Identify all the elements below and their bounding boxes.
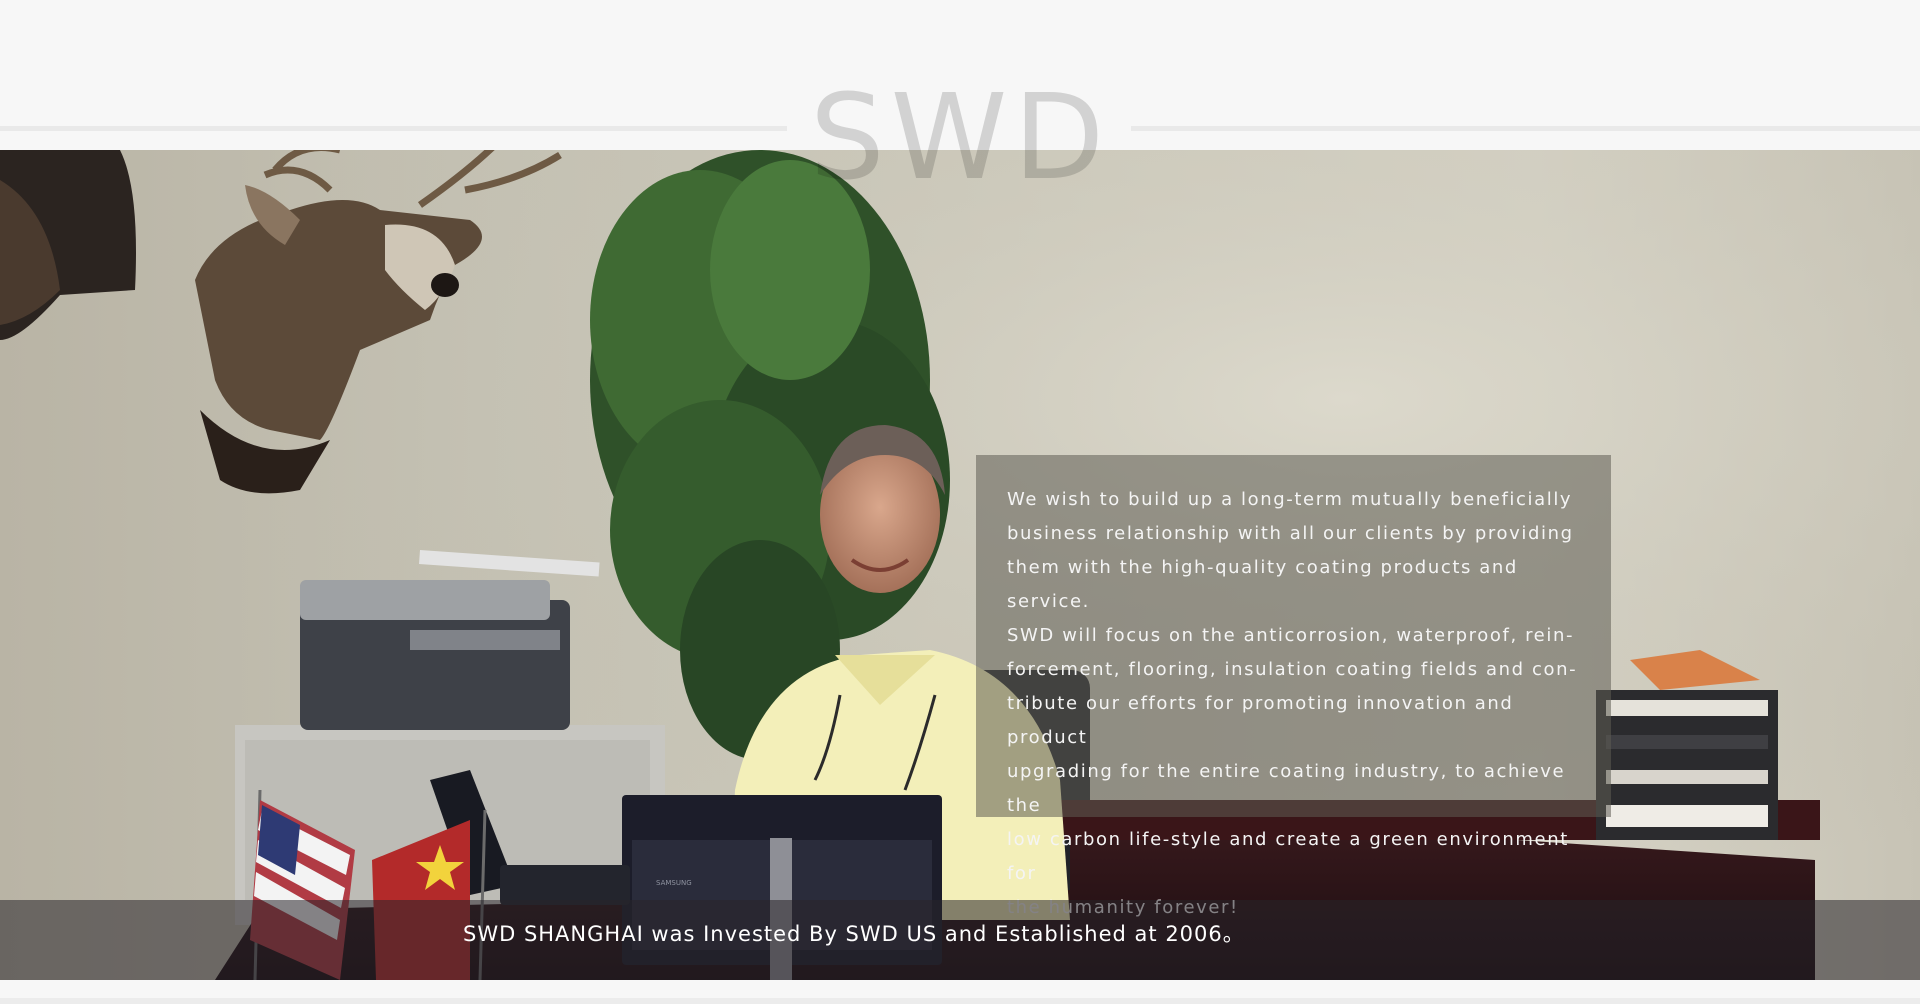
company-history-caption: SWD SHANGHAI was Invested By SWD US and … — [463, 922, 1245, 946]
office-scene-illustration: SAMSUNG — [0, 150, 1920, 980]
mission-statement-line: forcement, flooring, insulation coating … — [1007, 659, 1578, 680]
mission-statement-panel: We wish to build up a long-term mutually… — [976, 455, 1611, 918]
mission-statement-text: We wish to build up a long-term mutually… — [1007, 483, 1581, 925]
mission-statement-line: business relationship with all our clien… — [1007, 523, 1574, 544]
mission-statement-line: low carbon life-style and create a green… — [1007, 829, 1569, 884]
monitor-brand: SAMSUNG — [656, 879, 692, 887]
mission-statement-line: upgrading for the entire coating industr… — [1007, 761, 1566, 816]
mission-statement-line: We wish to build up a long-term mutually… — [1007, 489, 1573, 510]
footer-divider — [0, 998, 1920, 1004]
company-profile-page: SWD SAMSUNG We wish to build up a long-t… — [0, 0, 1920, 1004]
header-divider-right — [1131, 126, 1920, 131]
mission-statement-line: them with the high-quality coating produ… — [1007, 557, 1518, 612]
hero-office-photo: SAMSUNG We wish to build up a long-term … — [0, 150, 1920, 980]
mission-statement-line: SWD will focus on the anticorrosion, wat… — [1007, 625, 1575, 646]
mission-statement-line: tribute our efforts for promoting innova… — [1007, 693, 1514, 748]
header-divider-left — [0, 126, 787, 131]
caption-bar: SWD SHANGHAI was Invested By SWD US and … — [0, 900, 1920, 980]
keyboard-icon — [500, 865, 630, 905]
